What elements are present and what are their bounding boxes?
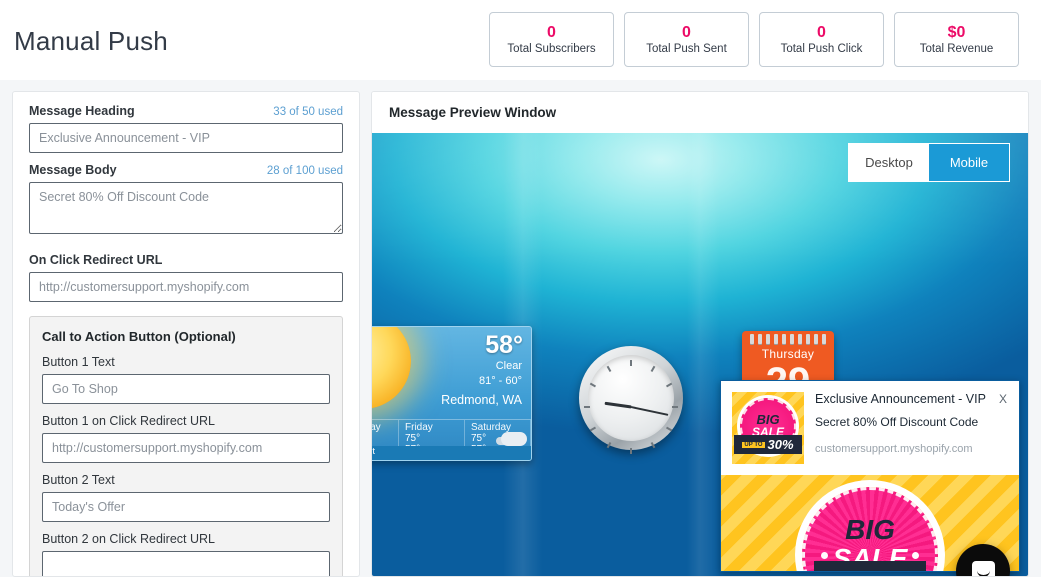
forecast-high: 75° — [372, 433, 398, 444]
cta-panel-title: Call to Action Button (Optional) — [42, 329, 236, 344]
stat-value: 0 — [817, 23, 826, 41]
sun-icon — [372, 327, 411, 409]
button1-text-label: Button 1 Text — [42, 355, 115, 369]
banner-dot-left — [821, 552, 828, 559]
stats-row: 0 Total Subscribers 0 Total Push Sent 0 … — [489, 12, 1019, 67]
preview-title: Message Preview Window — [372, 92, 1028, 133]
weather-forecast-row: Thursday 75° 57° Friday 75° 57° Saturday… — [372, 419, 531, 455]
message-heading-counter: 33 of 50 used — [273, 106, 343, 118]
toggle-mobile[interactable]: Mobile — [929, 144, 1009, 181]
button2-url-input[interactable] — [42, 551, 330, 576]
thumb-big-text: BIG — [756, 411, 780, 427]
banner-big-text: BIG — [845, 514, 895, 545]
redirect-url-input[interactable] — [29, 272, 343, 302]
stat-label: Total Push Sent — [646, 43, 727, 56]
forecast-day: Thursday 75° 57° — [372, 420, 399, 449]
thumb-upto-text: UP TO — [742, 441, 765, 448]
toggle-desktop[interactable]: Desktop — [849, 144, 929, 181]
message-body-label: Message Body — [29, 163, 117, 177]
message-preview-panel: Message Preview Window Desktop Mobile 58… — [371, 91, 1029, 577]
notification-text-block: Exclusive Announcement - VIP X Secret 80… — [815, 392, 1009, 464]
clock-minute-hand — [630, 406, 669, 416]
stat-label: Total Push Click — [780, 43, 863, 56]
content-area: Message Heading 33 of 50 used Message Bo… — [0, 80, 1041, 577]
page-header: Manual Push 0 Total Subscribers 0 Total … — [0, 0, 1041, 80]
message-body-counter: 28 of 100 used — [266, 165, 343, 177]
device-toggle: Desktop Mobile — [848, 143, 1010, 182]
calendar-rings-icon — [742, 331, 834, 344]
calendar-day-name: Thursday — [761, 347, 815, 361]
weather-gadget: 58° Clear 81° - 60° Redmond, WA Thursday… — [372, 326, 532, 461]
stat-card-total-push-sent: 0 Total Push Sent — [624, 12, 749, 67]
forecast-day: Saturday 75° 57° — [465, 420, 531, 455]
banner-base-bar — [814, 561, 926, 571]
forecast-day: Friday 75° 57° — [399, 420, 465, 455]
button2-text-label: Button 2 Text — [42, 473, 115, 487]
button1-url-label: Button 1 on Click Redirect URL — [42, 414, 215, 428]
notification-thumbnail-image: BIG SALE UP TO 30% — [732, 392, 804, 464]
weather-temperature: 58° — [485, 331, 523, 359]
chat-bubble-icon — [971, 561, 995, 576]
forecast-day-name: Friday — [405, 422, 433, 433]
notification-main: BIG SALE UP TO 30% Exclusive Announcemen… — [721, 381, 1019, 475]
banner-dot-right — [912, 552, 919, 559]
push-notification-preview: BIG SALE UP TO 30% Exclusive Announcemen… — [720, 380, 1020, 572]
weather-condition: Clear — [495, 360, 522, 372]
button1-text-input[interactable] — [42, 374, 330, 404]
notification-body: Secret 80% Off Discount Code — [815, 415, 979, 429]
close-icon[interactable]: X — [997, 392, 1009, 406]
stat-label: Total Subscribers — [507, 43, 596, 56]
forecast-day-name: Thursday — [372, 422, 381, 433]
message-heading-label: Message Heading — [29, 104, 135, 118]
clock-gadget — [579, 346, 683, 454]
message-body-textarea[interactable] — [29, 182, 343, 234]
stat-card-total-subscribers: 0 Total Subscribers — [489, 12, 614, 67]
button1-url-input[interactable] — [42, 433, 330, 463]
page-title: Manual Push — [14, 26, 168, 56]
banner-badge: BIG SALE — [802, 487, 938, 571]
weather-city: Redmond, WA — [441, 393, 522, 407]
message-heading-input[interactable] — [29, 123, 343, 153]
call-to-action-panel: Call to Action Button (Optional) Button … — [29, 316, 343, 576]
weather-footer: Forecast — [372, 446, 531, 460]
thumb-ribbon: UP TO 30% — [734, 435, 802, 454]
message-heading-row: Message Heading 33 of 50 used — [29, 104, 343, 123]
forecast-high: 75° — [405, 433, 421, 444]
stat-value: 0 — [547, 23, 556, 41]
weather-range: 81° - 60° — [478, 375, 522, 387]
message-form-panel: Message Heading 33 of 50 used Message Bo… — [12, 91, 360, 577]
thumb-percent-text: 30% — [767, 437, 794, 452]
stat-card-total-push-click: 0 Total Push Click — [759, 12, 884, 67]
cloud-icon — [501, 432, 527, 446]
stat-label: Total Revenue — [919, 43, 994, 56]
stat-card-total-revenue: $0 Total Revenue — [894, 12, 1019, 67]
clock-hour-hand — [604, 401, 632, 409]
preview-wallpaper: Desktop Mobile 58° Clear 81° - 60° Redmo… — [372, 133, 1028, 576]
notification-title-row: Exclusive Announcement - VIP X — [815, 392, 1009, 406]
message-body-row: Message Body 28 of 100 used — [29, 163, 343, 182]
button2-url-label: Button 2 on Click Redirect URL — [42, 532, 215, 546]
stat-value: 0 — [682, 23, 691, 41]
notification-url: customersupport.myshopify.com — [815, 443, 973, 455]
redirect-url-label: On Click Redirect URL — [29, 253, 163, 267]
clock-face — [584, 355, 678, 454]
button2-text-input[interactable] — [42, 492, 330, 522]
stat-value: $0 — [947, 23, 966, 41]
notification-title: Exclusive Announcement - VIP — [815, 392, 986, 406]
